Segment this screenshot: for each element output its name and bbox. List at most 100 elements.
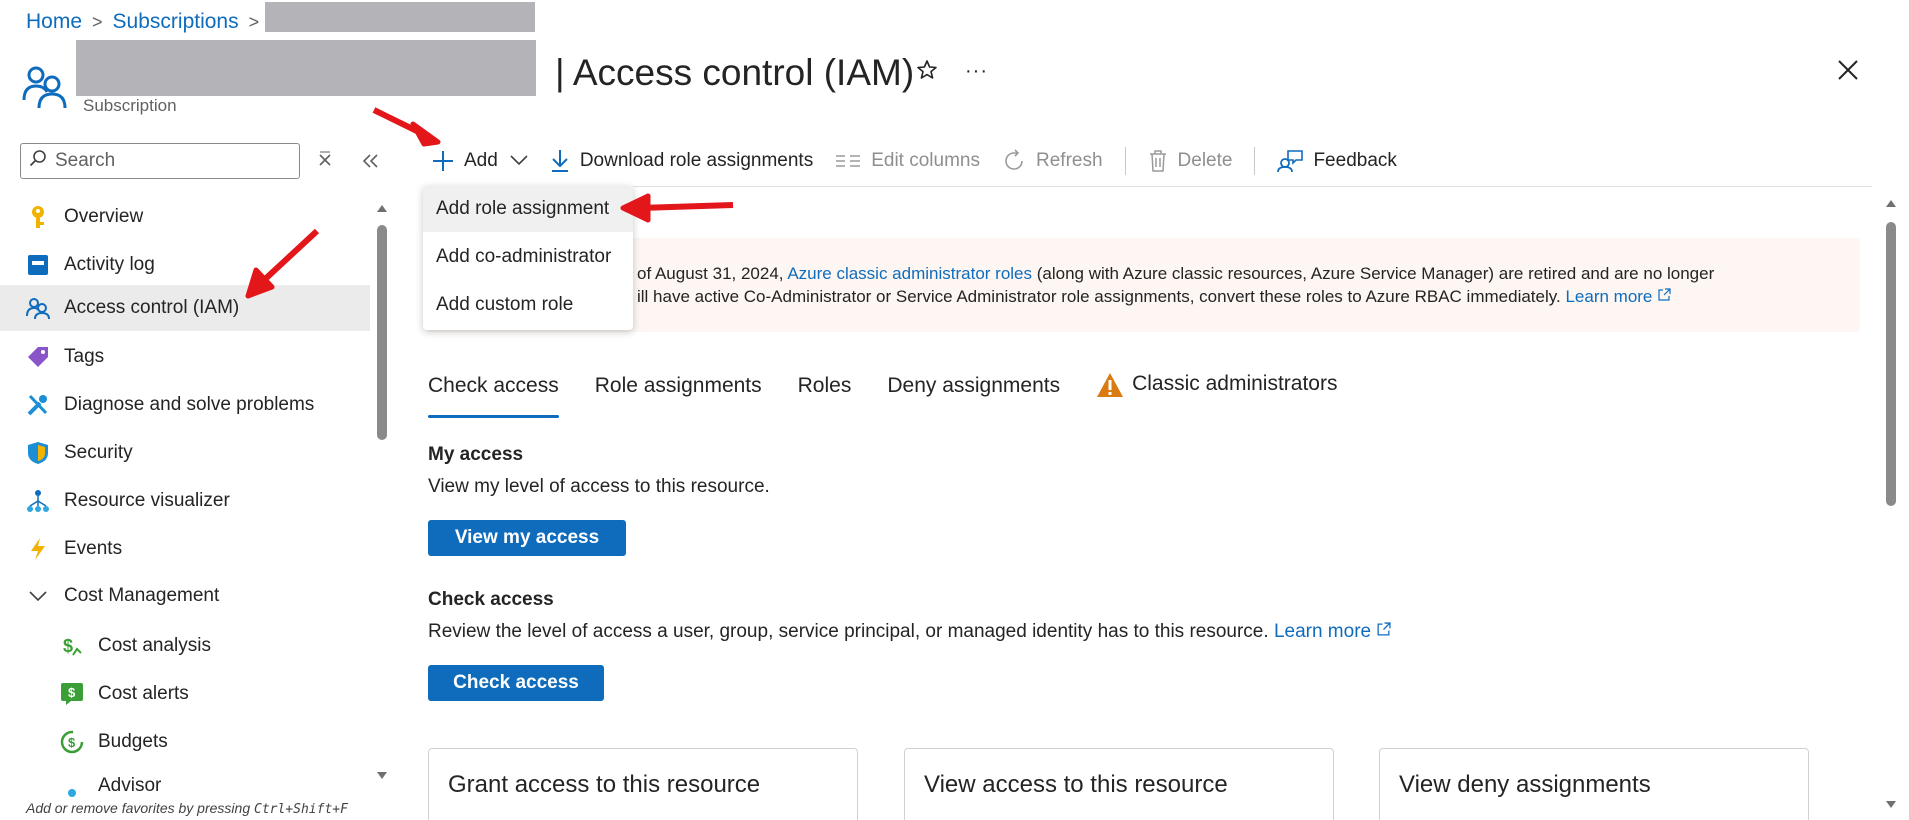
scroll-up-icon[interactable] xyxy=(1885,198,1897,208)
learn-more-link[interactable]: Learn more xyxy=(1565,287,1652,306)
sidebar-item-budgets[interactable]: $ Budgets xyxy=(0,719,370,765)
add-label: Add xyxy=(464,150,498,171)
tag-icon xyxy=(26,345,50,369)
check-access-heading: Check access xyxy=(428,589,554,610)
card-title: Grant access to this resource xyxy=(448,771,761,798)
sidebar-item-resource-visualizer[interactable]: Resource visualizer xyxy=(0,478,370,524)
tab-check-access[interactable]: Check access xyxy=(428,374,559,418)
toolbar-divider xyxy=(1254,147,1256,175)
content-scroll-thumb[interactable] xyxy=(1886,222,1896,506)
refresh-icon xyxy=(1002,149,1026,173)
card-title: View access to this resource xyxy=(924,771,1228,798)
grant-access-card[interactable]: Grant access to this resource xyxy=(428,748,858,820)
sidebar-item-advisor[interactable]: Advisor xyxy=(0,767,370,797)
svg-text:$: $ xyxy=(63,636,73,656)
scroll-up-icon[interactable] xyxy=(376,203,388,213)
svg-text:$: $ xyxy=(68,735,76,750)
add-dropdown-menu: Add role assignment Add co-administrator… xyxy=(423,186,633,330)
feedback-icon xyxy=(1277,149,1304,173)
cost-analysis-icon: $ xyxy=(60,634,84,658)
delete-button[interactable]: Delete xyxy=(1148,143,1232,179)
plus-icon xyxy=(432,150,454,172)
download-icon xyxy=(550,149,570,173)
redacted-resource-name xyxy=(76,40,536,96)
breadcrumb: Home > Subscriptions > xyxy=(26,8,269,36)
shield-icon xyxy=(26,441,50,465)
sidebar-item-security[interactable]: Security xyxy=(0,430,370,476)
menu-item-add-custom-role[interactable]: Add custom role xyxy=(423,282,633,328)
search-input[interactable]: Search xyxy=(20,143,300,179)
tab-classic-administrators[interactable]: Classic administrators xyxy=(1096,372,1337,416)
view-deny-assignments-card[interactable]: View deny assignments xyxy=(1379,748,1809,820)
check-access-description: Review the level of access a user, group… xyxy=(428,621,1269,642)
sidebar-item-diagnose[interactable]: Diagnose and solve problems xyxy=(0,382,370,428)
banner-text: (along with Azure classic resources, Azu… xyxy=(1036,264,1715,283)
trash-icon xyxy=(1148,149,1168,173)
check-access-button[interactable]: Check access xyxy=(428,665,604,701)
sidebar-scrollbar[interactable] xyxy=(376,203,388,783)
my-access-description: View my level of access to this resource… xyxy=(428,476,770,497)
tab-role-assignments[interactable]: Role assignments xyxy=(595,374,762,418)
iam-tabs: Check access Role assignments Roles Deny… xyxy=(428,372,1373,418)
visualizer-icon xyxy=(26,489,50,513)
resource-type-label: Subscription xyxy=(83,96,177,115)
clear-search-icon[interactable] xyxy=(318,151,332,175)
sidebar-item-events[interactable]: Events xyxy=(0,526,370,572)
activity-log-icon xyxy=(26,253,50,277)
chevron-down-icon xyxy=(510,150,528,172)
more-options-icon[interactable]: ··· xyxy=(965,60,988,83)
sidebar-item-cost-analysis[interactable]: $ Cost analysis xyxy=(0,623,370,669)
feedback-label: Feedback xyxy=(1313,150,1397,171)
edit-columns-label: Edit columns xyxy=(871,150,980,171)
menu-item-add-role-assignment[interactable]: Add role assignment xyxy=(423,186,633,232)
sidebar-item-label: Cost alerts xyxy=(98,683,189,704)
menu-item-add-co-administrator[interactable]: Add co-administrator xyxy=(423,234,633,280)
tab-deny-assignments[interactable]: Deny assignments xyxy=(887,374,1060,418)
add-button[interactable]: Add xyxy=(432,143,528,179)
external-link-icon xyxy=(1657,287,1671,306)
tab-label: Deny assignments xyxy=(887,374,1061,397)
edit-columns-button[interactable]: Edit columns xyxy=(835,143,980,179)
scroll-down-icon[interactable] xyxy=(1885,800,1897,810)
budgets-icon: $ xyxy=(60,730,84,754)
collapse-sidebar-icon[interactable] xyxy=(362,152,380,175)
sidebar-item-activity-log[interactable]: Activity log xyxy=(0,242,370,288)
scroll-down-icon[interactable] xyxy=(376,771,388,781)
sidebar-item-cost-management[interactable]: Cost Management xyxy=(0,573,370,619)
columns-icon xyxy=(835,153,861,169)
sidebar-item-tags[interactable]: Tags xyxy=(0,334,370,380)
chevron-down-icon xyxy=(26,584,50,608)
star-icon[interactable] xyxy=(915,58,939,88)
sidebar-item-access-control[interactable]: Access control (IAM) xyxy=(0,285,370,331)
sidebar-scroll-thumb[interactable] xyxy=(377,225,387,440)
learn-more-link[interactable]: Learn more xyxy=(1274,621,1371,642)
view-my-access-button[interactable]: View my access xyxy=(428,520,626,556)
sidebar-item-label: Security xyxy=(64,442,133,463)
sidebar-item-label: Cost analysis xyxy=(98,635,211,656)
sidebar-item-label: Budgets xyxy=(98,731,168,752)
warning-icon xyxy=(1096,372,1124,404)
sidebar-item-overview[interactable]: Overview xyxy=(0,194,370,240)
toolbar-divider xyxy=(1124,147,1126,175)
close-icon[interactable] xyxy=(1836,58,1860,88)
tab-roles[interactable]: Roles xyxy=(798,374,852,418)
favorites-hint: Add or remove favorites by pressing Ctrl… xyxy=(26,800,348,817)
people-icon xyxy=(26,296,50,320)
breadcrumb-subscriptions[interactable]: Subscriptions xyxy=(113,10,239,34)
tab-label: Roles xyxy=(797,374,852,397)
advisor-icon xyxy=(60,773,84,797)
classic-admin-roles-link[interactable]: Azure classic administrator roles xyxy=(787,264,1032,283)
sidebar-item-label: Diagnose and solve problems xyxy=(64,394,315,415)
breadcrumb-home[interactable]: Home xyxy=(26,10,82,34)
sidebar-item-cost-alerts[interactable]: $ Cost alerts xyxy=(0,671,370,717)
search-icon xyxy=(29,149,47,173)
download-role-assignments-button[interactable]: Download role assignments xyxy=(550,143,813,179)
sidebar-item-label: Activity log xyxy=(64,254,155,275)
feedback-button[interactable]: Feedback xyxy=(1277,143,1397,179)
retirement-notice-banner: of August 31, 2024, Azure classic admini… xyxy=(426,238,1860,332)
refresh-button[interactable]: Refresh xyxy=(1002,143,1103,179)
card-title: View deny assignments xyxy=(1399,771,1651,798)
content-scrollbar[interactable] xyxy=(1884,196,1898,816)
breadcrumb-separator: > xyxy=(248,11,260,32)
view-access-card[interactable]: View access to this resource xyxy=(904,748,1334,820)
